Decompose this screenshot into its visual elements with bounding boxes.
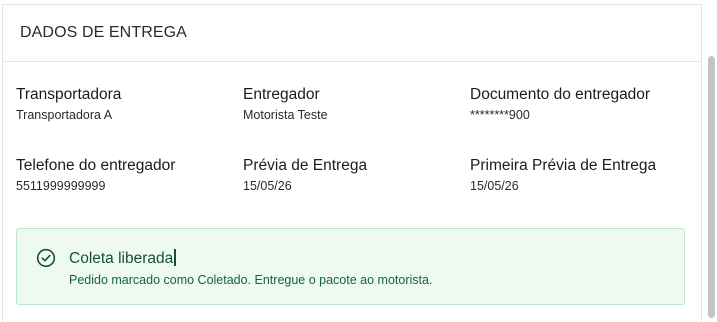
field-first-delivery-preview: Primeira Prévia de Entrega 15/05/26 — [470, 157, 696, 193]
text-caret — [174, 249, 176, 266]
card-header: DADOS DE ENTREGA — [3, 5, 701, 62]
field-label: Transportadora — [16, 86, 122, 103]
pickup-released-alert: Coleta liberada Pedido marcado como Cole… — [16, 228, 685, 305]
delivery-data-panel: DADOS DE ENTREGA Transportadora Transpor… — [0, 0, 717, 322]
scrollbar-thumb[interactable] — [708, 56, 715, 318]
field-value: 15/05/26 — [470, 179, 519, 193]
alert-title: Coleta liberada — [69, 249, 176, 268]
field-carrier: Transportadora Transportadora A — [16, 86, 242, 122]
field-label: Primeira Prévia de Entrega — [470, 157, 657, 174]
field-label: Prévia de Entrega — [243, 157, 368, 174]
field-label: Entregador — [243, 86, 320, 103]
check-circle-icon — [36, 248, 56, 268]
field-courier-phone: Telefone do entregador 5511999999999 — [16, 157, 242, 193]
field-label: Documento do entregador — [470, 86, 651, 103]
field-value: Motorista Teste — [243, 108, 328, 122]
alert-message: Pedido marcado como Coletado. Entregue o… — [69, 273, 433, 287]
field-value: ********900 — [470, 108, 530, 122]
field-value: Transportadora A — [16, 108, 113, 122]
vertical-scrollbar[interactable] — [708, 56, 715, 318]
field-courier: Entregador Motorista Teste — [243, 86, 469, 122]
field-courier-document: Documento do entregador ********900 — [470, 86, 696, 122]
field-value: 15/05/26 — [243, 179, 292, 193]
field-label: Telefone do entregador — [16, 157, 176, 174]
field-delivery-preview: Prévia de Entrega 15/05/26 — [243, 157, 469, 193]
section-title: DADOS DE ENTREGA — [20, 24, 187, 41]
alert-title-text: Coleta liberada — [69, 250, 174, 267]
field-value: 5511999999999 — [16, 179, 106, 193]
